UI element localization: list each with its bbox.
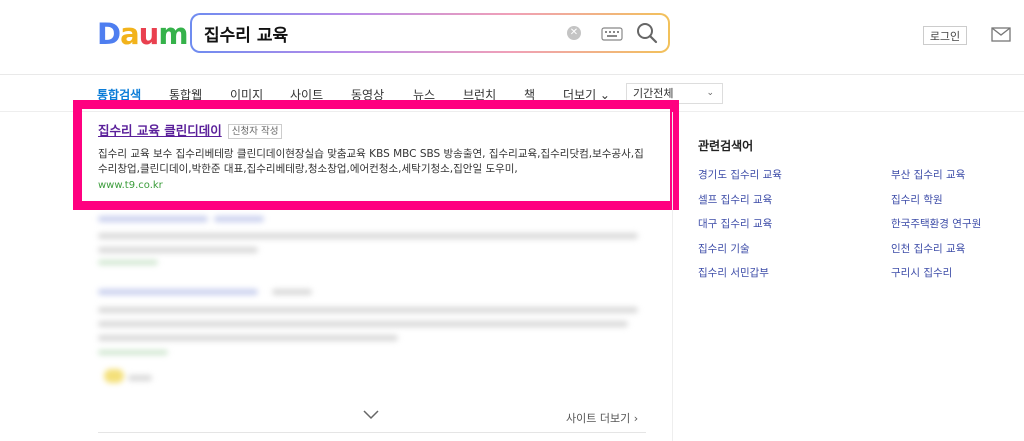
related-term[interactable]: 한국주택환경 연구원 xyxy=(891,216,981,231)
related-term[interactable]: 부산 집수리 교육 xyxy=(891,167,965,182)
related-term[interactable]: 구리시 집수리 xyxy=(891,265,952,280)
sidebar-divider xyxy=(672,112,673,441)
related-term[interactable]: 집수리 서민갑부 xyxy=(698,265,769,280)
site-more-link[interactable]: 사이트 더보기 › xyxy=(566,410,638,426)
related-term[interactable]: 셀프 집수리 교육 xyxy=(698,192,772,207)
related-searches-title: 관련검색어 xyxy=(698,139,754,153)
related-term[interactable]: 대구 집수리 교육 xyxy=(698,216,772,231)
related-term[interactable]: 집수리 기술 xyxy=(698,241,750,256)
section-divider xyxy=(98,432,646,433)
related-term[interactable]: 집수리 학원 xyxy=(891,192,943,207)
chevron-down-icon: ⌄ xyxy=(706,88,714,98)
expand-chevron-icon[interactable] xyxy=(363,410,379,420)
login-button[interactable]: 로그인 xyxy=(923,26,967,45)
related-term[interactable]: 인천 집수리 교육 xyxy=(891,241,965,256)
mail-icon[interactable] xyxy=(991,27,1011,42)
related-term[interactable]: 경기도 집수리 교육 xyxy=(698,167,782,182)
blurred-results xyxy=(0,0,672,441)
